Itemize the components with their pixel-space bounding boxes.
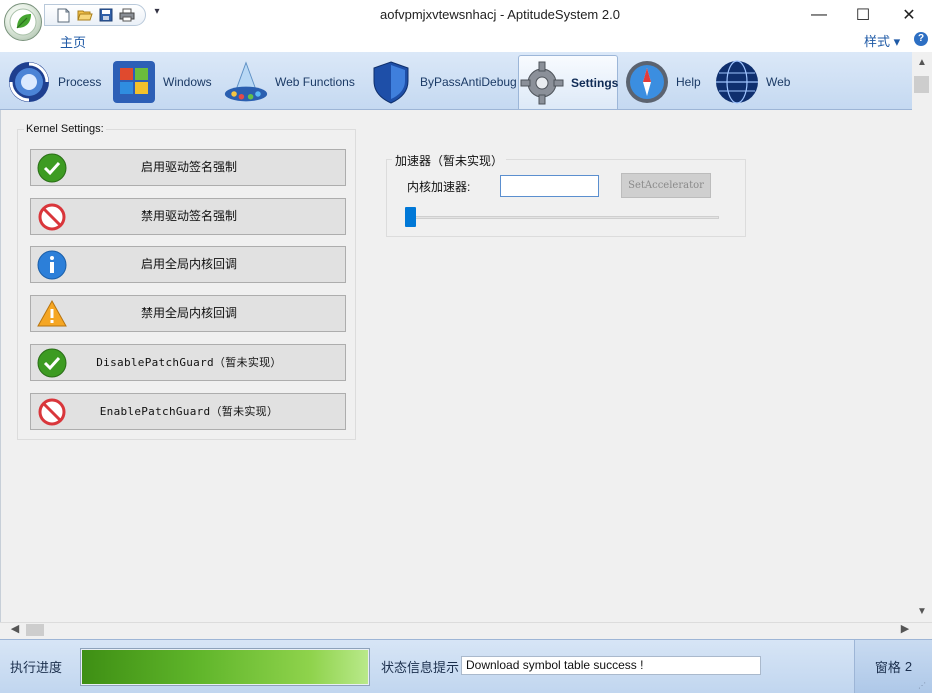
pane-count: 2	[904, 659, 913, 674]
gear-icon	[519, 60, 565, 106]
tab-help[interactable]: Help	[624, 55, 708, 109]
window-title: aofvpmjxvtewsnhacj - AptitudeSystem 2.0	[380, 7, 620, 22]
quick-access-toolbar	[44, 4, 146, 26]
style-menu[interactable]: 样式 ▾	[864, 31, 914, 49]
compass-icon	[624, 59, 670, 105]
horizontal-scrollbar[interactable]	[0, 622, 932, 639]
tab-windows[interactable]: Windows	[111, 55, 219, 109]
tab-bypass-anti-debug[interactable]: ByPassAntiDebug	[368, 55, 517, 109]
disable-global-kernel-callback-button[interactable]: 禁用全局内核回调	[30, 295, 346, 332]
progress-label: 执行进度	[10, 660, 63, 675]
open-folder-icon[interactable]	[76, 7, 93, 23]
button-label: DisablePatchGuard（暂未实现）	[96, 356, 282, 369]
app-menu-button[interactable]	[4, 3, 42, 41]
accelerator-group	[386, 159, 746, 237]
windows-icon	[111, 59, 157, 105]
enable-patchguard-button[interactable]: EnablePatchGuard（暂未实现）	[30, 393, 346, 430]
globe-icon	[714, 59, 760, 105]
disable-patchguard-button[interactable]: DisablePatchGuard（暂未实现）	[30, 344, 346, 381]
tab-label: ByPassAntiDebug	[420, 75, 517, 89]
leaf-icon	[9, 8, 37, 36]
scroll-left-button[interactable]: ◀	[8, 622, 22, 639]
horizontal-scroll-thumb[interactable]	[26, 624, 44, 636]
kernel-accelerator-label: 内核加速器:	[407, 180, 471, 194]
button-label: EnablePatchGuard（暂未实现）	[99, 405, 279, 418]
enable-global-kernel-callback-button[interactable]: 启用全局内核回调	[30, 246, 346, 283]
kernel-settings-label: Kernel Settings:	[24, 123, 106, 135]
button-label: 禁用驱动签名强制	[140, 209, 237, 223]
tab-label: Windows	[163, 75, 212, 89]
minimize-button[interactable]: —	[796, 0, 842, 30]
scroll-right-button[interactable]: ▶	[898, 622, 912, 639]
tab-label: Help	[676, 75, 701, 89]
home-tab[interactable]: 主页	[60, 32, 100, 50]
maximize-button[interactable]: ☐	[840, 0, 886, 30]
progress-bar-fill	[82, 650, 368, 684]
web-functions-icon	[223, 59, 269, 105]
scroll-down-button[interactable]: ▼	[912, 606, 932, 622]
tab-web-functions[interactable]: Web Functions	[223, 55, 363, 109]
tab-label: Process	[58, 75, 102, 89]
button-label: 启用驱动签名强制	[140, 160, 237, 174]
process-icon	[6, 59, 52, 105]
disable-driver-signature-button[interactable]: 禁用驱动签名强制	[30, 198, 346, 235]
save-icon[interactable]	[97, 7, 114, 23]
tab-label: Web Functions	[275, 75, 355, 89]
print-icon[interactable]	[118, 7, 135, 23]
menu-bar	[0, 30, 932, 52]
set-accelerator-button[interactable]: SetAccelerator	[621, 173, 711, 198]
tab-process[interactable]: Process	[6, 55, 106, 109]
customize-toolbar-button[interactable]: ▾	[150, 6, 164, 22]
tab-label: Settings	[571, 75, 619, 90]
status-info-label: 状态信息提示	[381, 660, 460, 675]
button-label: 禁用全局内核回调	[140, 306, 237, 320]
kernel-accelerator-input[interactable]	[500, 175, 599, 197]
enable-driver-signature-button[interactable]: 启用驱动签名强制	[30, 149, 346, 186]
button-label: 启用全局内核回调	[140, 257, 237, 271]
new-document-icon[interactable]	[55, 7, 72, 23]
tab-web[interactable]: Web	[714, 55, 794, 109]
accelerator-group-label: 加速器（暂未实现）	[392, 152, 507, 169]
help-button[interactable]: ?	[914, 32, 928, 46]
vertical-scroll-thumb[interactable]	[914, 76, 929, 93]
close-button[interactable]: ✕	[886, 0, 932, 30]
vertical-scrollbar[interactable]	[912, 52, 932, 622]
shield-icon	[368, 59, 414, 105]
accelerator-slider-thumb[interactable]	[405, 207, 416, 227]
status-message: Download symbol table success !	[461, 656, 761, 675]
pane-label: 窗格	[874, 660, 901, 675]
scroll-up-button[interactable]: ▲	[912, 57, 932, 75]
accelerator-slider-track[interactable]	[405, 216, 719, 219]
tab-settings[interactable]: Settings	[518, 55, 618, 109]
resize-grip-icon[interactable]: ⋰	[918, 681, 930, 691]
tab-label: Web	[766, 75, 791, 89]
